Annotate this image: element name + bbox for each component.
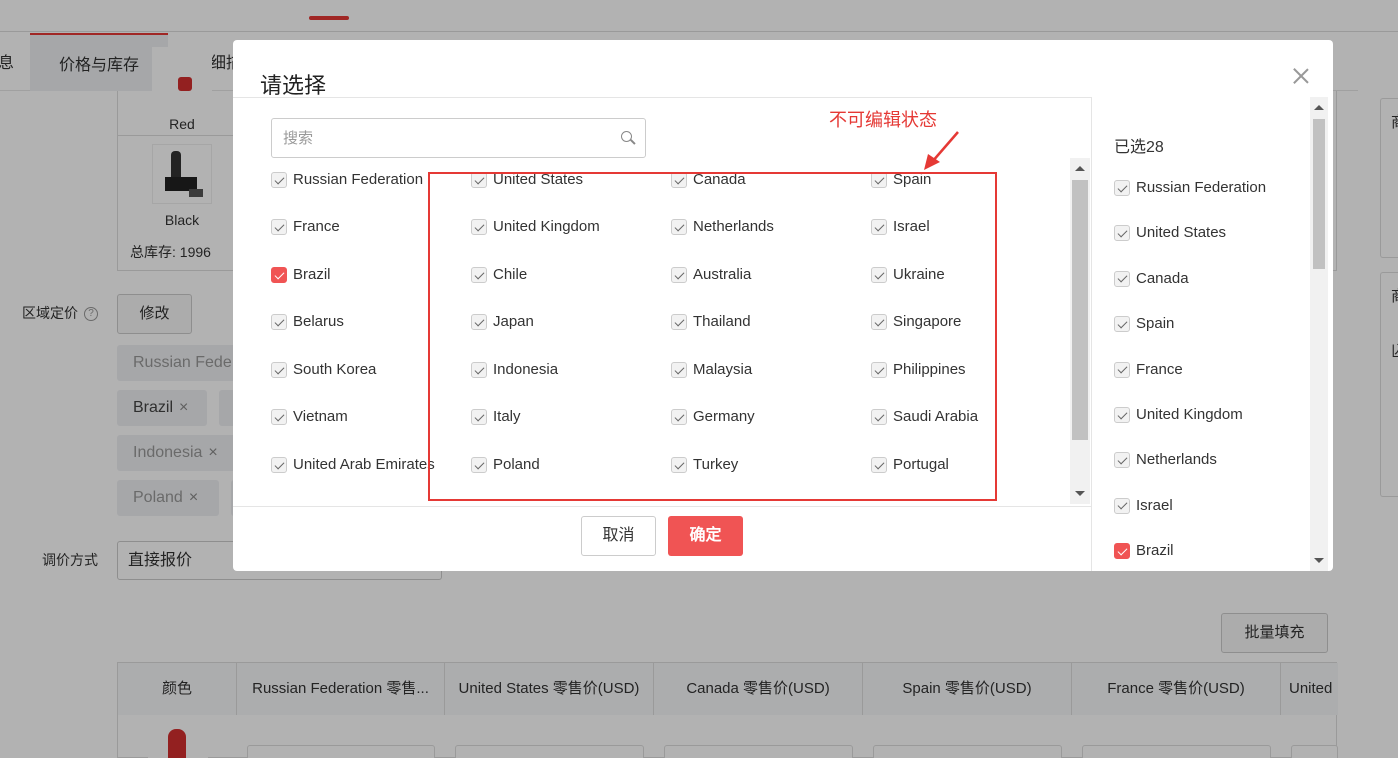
selected-item-label: Netherlands	[1136, 451, 1217, 469]
scroll-down-icon[interactable]	[1314, 558, 1324, 563]
selected-item-label: Canada	[1136, 269, 1189, 287]
selected-item-label: France	[1136, 360, 1183, 378]
modal-title: 请选择	[260, 73, 327, 98]
close-icon[interactable]	[1289, 64, 1313, 88]
checkbox	[271, 409, 287, 425]
checkbox	[1114, 407, 1130, 423]
options-scrollbar[interactable]	[1070, 158, 1090, 504]
selected-item-label: Israel	[1136, 496, 1173, 514]
checkbox	[1114, 361, 1130, 378]
search-icon[interactable]	[621, 131, 636, 145]
country-label: United Arab Emirates	[293, 456, 435, 473]
country-label: Vietnam	[293, 408, 348, 425]
scrollbar-thumb[interactable]	[1313, 119, 1325, 269]
selected-item-label: United Kingdom	[1136, 406, 1243, 423]
checkbox	[1114, 225, 1130, 242]
selected-item-label: Russian Federation	[1136, 179, 1267, 196]
divider	[233, 97, 1091, 98]
selected-item-label: Spain	[1136, 315, 1175, 333]
country-label: Belarus	[293, 313, 344, 330]
scrollbar-thumb[interactable]	[1072, 180, 1088, 440]
checkbox	[1114, 316, 1130, 333]
country-label: Russian Federation	[293, 171, 424, 188]
scroll-up-icon[interactable]	[1075, 166, 1085, 171]
annotation-box	[428, 172, 997, 501]
checkbox	[1114, 497, 1130, 514]
checkbox	[1114, 452, 1130, 469]
confirm-button[interactable]: 确定	[668, 516, 743, 556]
scroll-up-icon[interactable]	[1314, 105, 1324, 110]
annotation-arrow	[924, 131, 959, 170]
checkbox[interactable]	[271, 267, 287, 283]
country-label: South Korea	[293, 361, 377, 378]
checkbox	[271, 219, 287, 235]
country-label: France	[293, 218, 340, 235]
checkbox[interactable]	[1114, 543, 1130, 560]
selected-count: 已选28	[1114, 139, 1164, 156]
selected-panel: 已选28 Russian Federation United States Cana…	[1091, 97, 1333, 571]
search-input[interactable]	[272, 119, 602, 157]
selected-item-label: Brazil	[1136, 542, 1174, 560]
divider	[233, 506, 1091, 507]
selected-item-label: United States	[1136, 224, 1227, 242]
checkbox	[271, 362, 287, 378]
checkbox	[1114, 180, 1130, 196]
checkbox	[271, 457, 287, 473]
checkbox	[1114, 270, 1130, 287]
selected-scrollbar[interactable]	[1310, 97, 1328, 571]
checkbox	[271, 314, 287, 330]
search-box[interactable]	[271, 118, 646, 158]
checkbox	[271, 172, 287, 188]
cancel-button[interactable]: 取消	[581, 516, 656, 556]
country-label: Brazil	[293, 266, 331, 283]
scroll-down-icon[interactable]	[1075, 491, 1085, 496]
